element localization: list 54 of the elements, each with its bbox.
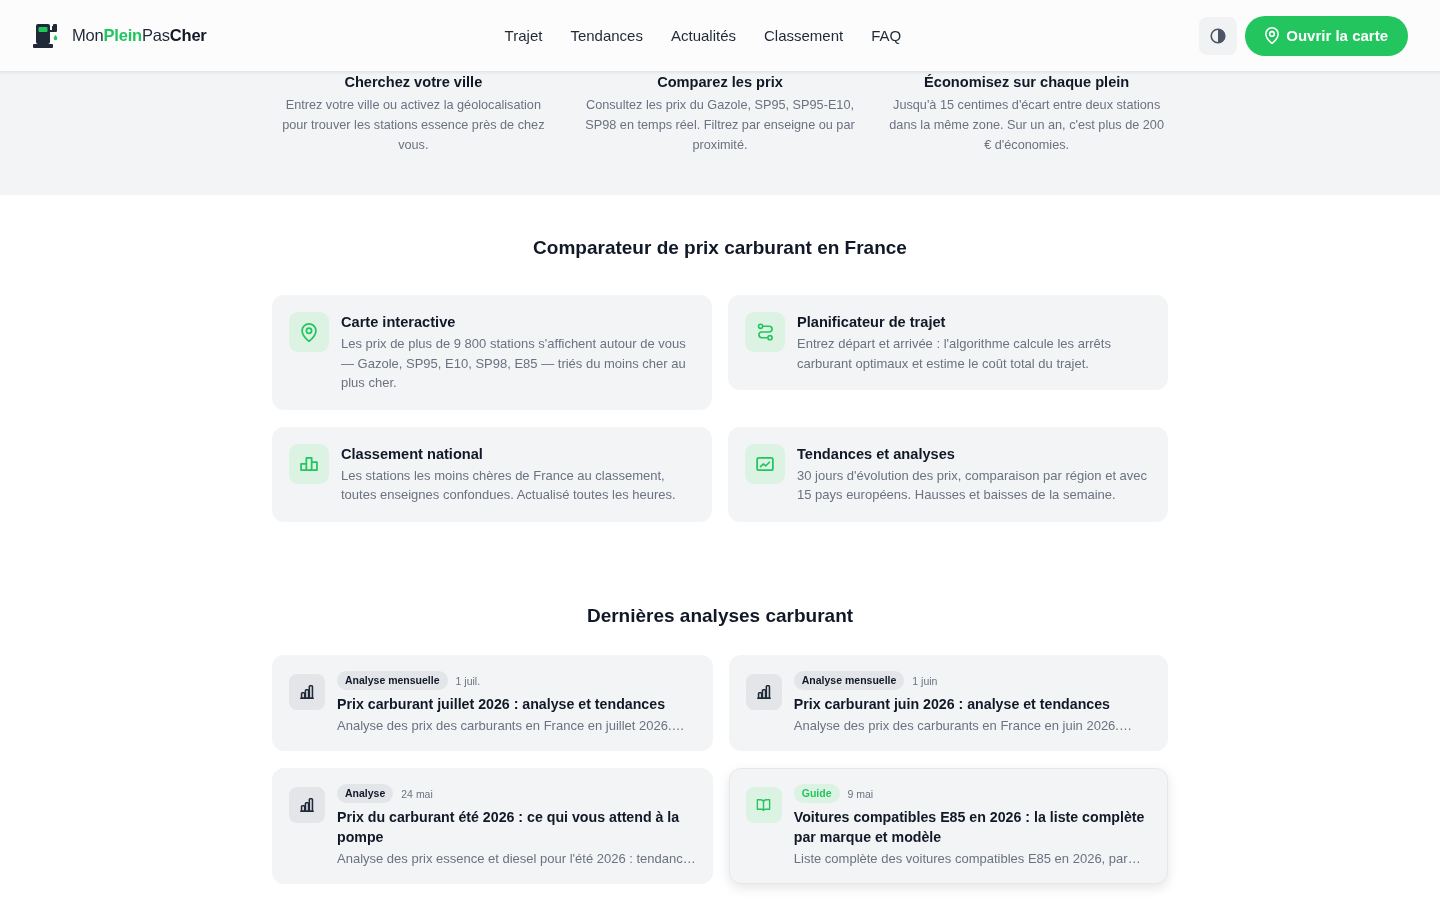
step-text: Consultez les prix du Gazole, SP95, SP95-E10, SP98 en temps réel. Filtrez par enseigne ou par proximité. <box>584 97 856 154</box>
nav-link[interactable]: Classement <box>764 27 844 44</box>
feature-title: Planificateur de trajet <box>797 313 947 332</box>
article-card[interactable]: Analyse 24 mai Prix du carburant été 2026 : ce qui vous attend à la pompe Analyse des prix essence et diesel pour l'été 2026 : tendanc… <box>272 767 713 884</box>
step-text: Entrez votre ville ou activez la géolocalisation pour trouver les stations essence près de chez vous. <box>281 97 546 154</box>
route-icon <box>745 312 785 352</box>
section-heading: Comparateur de prix carburant en France <box>532 236 908 260</box>
bar-chart-icon <box>745 673 782 710</box>
category-tag: Guide <box>793 784 840 803</box>
theme-toggle-button[interactable] <box>1199 16 1238 55</box>
nav-link[interactable]: Tendances <box>570 27 643 44</box>
contrast-icon <box>1210 27 1227 44</box>
nav-link[interactable]: Trajet <box>504 27 543 44</box>
feature-text: Entrez départ et arrivée : l'algorithme calcule les arrêts carburant optimaux et estime le coût total du trajet. <box>797 335 1112 373</box>
category-tag: Analyse mensuelle <box>337 671 448 690</box>
article-card[interactable]: Analyse mensuelle 1 juil. Prix carburant juillet 2026 : analyse et tendances Analyse des prix des carburants en France en juillet 2026.… <box>272 654 713 751</box>
step-text: Jusqu'à 15 centimes d'écart entre deux stations dans la même zone. Sur un an, c'est plus de 200 € d'économies. <box>888 97 1165 154</box>
feature-title: Carte interactive <box>341 313 457 332</box>
step-title: Économisez sur chaque plein <box>923 73 1131 92</box>
fuel-pump-icon <box>32 22 60 49</box>
nav-link[interactable]: Actualités <box>670 27 736 44</box>
map-pin-icon <box>1265 27 1280 44</box>
article-date: 24 mai <box>401 787 433 800</box>
article-title: Prix du carburant été 2026 : ce qui vous attend à la pompe <box>337 807 681 847</box>
article-title: Voitures compatibles E85 en 2026 : la liste complète par marque et modèle <box>793 807 1146 847</box>
map-pin-icon <box>289 312 329 352</box>
section-heading: Dernières analyses carburant <box>585 603 855 628</box>
article-title: Prix carburant juin 2026 : analyse et tendances <box>793 694 1111 714</box>
brand-name[interactable]: MonPleinPasCher <box>72 26 207 45</box>
article-excerpt: Analyse des prix essence et diesel pour l'été 2026 : tendanc… <box>337 849 696 868</box>
article-date: 1 juin <box>912 674 938 687</box>
podium-icon <box>289 443 329 484</box>
category-tag: Analyse <box>337 784 394 803</box>
article-card[interactable]: Guide 9 mai Voitures compatibles E85 en 2026 : la liste complète par marque et modèle Liste complète des voitures compatibles E85 en 2026, par… <box>728 767 1168 884</box>
feature-text: 30 jours d'évolution des prix, comparaison par région et avec 15 pays européens. Hausses et baisses de la semaine. <box>797 466 1149 504</box>
article-date: 9 mai <box>847 787 874 800</box>
line-chart-icon <box>745 443 785 484</box>
bar-chart-icon <box>289 673 325 710</box>
article-excerpt: Analyse des prix des carburants en France en juillet 2026.… <box>337 716 686 735</box>
feature-text: Les stations les moins chères de France au classement, toutes enseignes confondues. Actualisé toutes les heures. <box>341 466 677 504</box>
step-title: Cherchez votre ville <box>343 73 484 92</box>
bar-chart-icon <box>289 786 325 823</box>
feature-title: Tendances et analyses <box>797 444 956 464</box>
open-book-icon <box>745 786 782 823</box>
feature-text: Les prix de plus de 9 800 stations s'affichent autour de vous — Gazole, SP95, E10, SP98, E85 — triés du moins cher au plus cher. <box>341 335 687 392</box>
category-tag: Analyse mensuelle <box>793 671 905 690</box>
article-title: Prix carburant juillet 2026 : analyse et tendances <box>337 694 667 714</box>
feature-title: Classement national <box>341 444 484 464</box>
article-excerpt: Liste complète des voitures compatibles E85 en 2026, par… <box>793 849 1142 868</box>
article-card[interactable]: Analyse mensuelle 1 juin Prix carburant juin 2026 : analyse et tendances Analyse des prix des carburants en France en juin 2026.… <box>728 654 1168 751</box>
step-title: Comparez les prix <box>656 73 784 92</box>
article-date: 1 juil. <box>455 674 481 687</box>
article-excerpt: Analyse des prix des carburants en France en juin 2026.… <box>793 716 1133 735</box>
nav-link[interactable]: FAQ <box>871 27 902 44</box>
